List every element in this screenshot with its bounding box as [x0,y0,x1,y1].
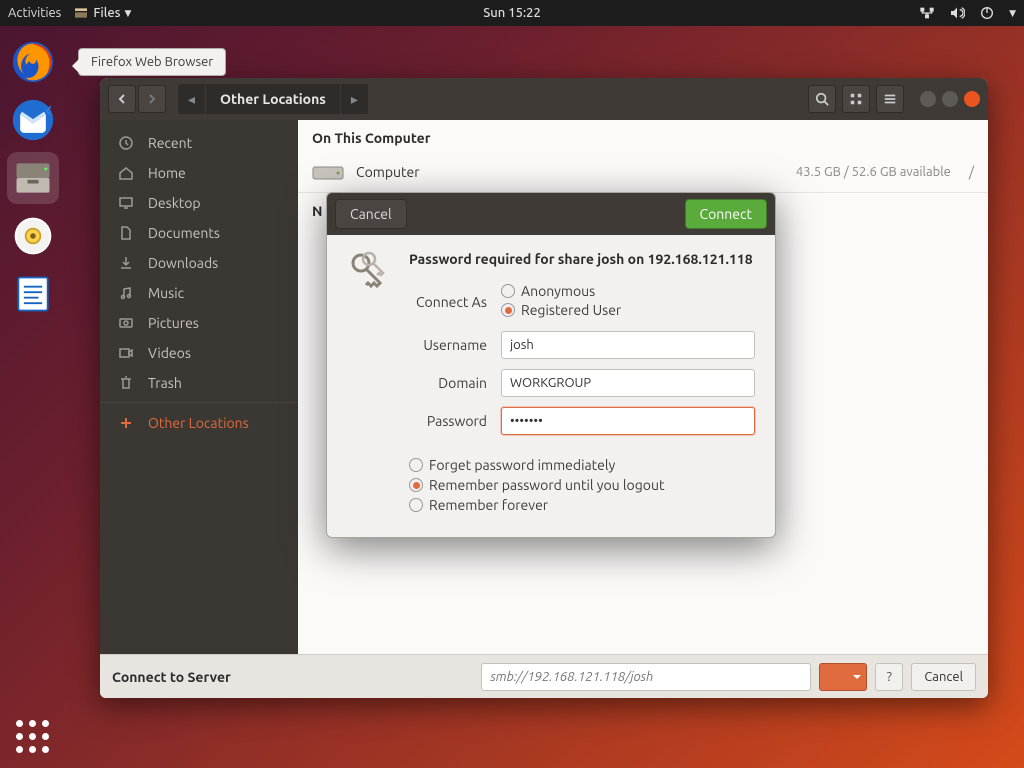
sidebar-label: Desktop [148,195,201,211]
radio-label: Remember forever [429,497,548,513]
dock-writer[interactable] [7,268,59,320]
sidebar-trash[interactable]: Trash [100,368,298,398]
path-current[interactable]: Other Locations [206,84,341,114]
radio-label: Remember password until you logout [429,477,664,493]
server-cancel-button[interactable]: Cancel [911,663,976,691]
username-label: Username [409,337,501,353]
sidebar-pictures[interactable]: Pictures [100,308,298,338]
drive-mount: / [969,164,974,180]
dialog-cancel-button[interactable]: Cancel [335,199,407,229]
dialog-title: Password required for share josh on 192.… [409,251,755,267]
dock-tooltip: Firefox Web Browser [78,48,226,76]
clock[interactable]: Sun 15:22 [483,6,541,20]
sidebar-label: Trash [148,375,182,391]
top-panel: Activities Files ▼ Sun 15:22 ▼ [0,0,1024,26]
password-input[interactable] [501,407,755,435]
server-address-input[interactable] [481,663,811,691]
connect-label: Connect to Server [112,669,231,685]
path-next[interactable]: ▸ [341,84,369,114]
radio-label: Forget password immediately [429,457,615,473]
radio-label: Registered User [521,302,621,318]
network-icon [919,5,935,21]
radio-anonymous[interactable]: Anonymous [501,283,755,299]
sidebar-label: Music [148,285,184,301]
forward-button[interactable] [138,85,166,113]
auth-dialog: Cancel Connect Password required for sha… [326,192,776,538]
dock-files[interactable] [7,152,59,204]
sidebar-label: Home [148,165,186,181]
dialog-header[interactable]: Cancel Connect [327,193,775,235]
window-close[interactable] [964,91,980,107]
chevron-down-icon: ▼ [1009,8,1016,19]
radio-remember-forever[interactable]: Remember forever [409,497,755,513]
drive-info: 43.5 GB / 52.6 GB available [796,165,951,179]
show-applications[interactable] [16,720,50,754]
dock-rhythmbox[interactable] [7,210,59,262]
radio-remember-until-logout[interactable]: Remember password until you logout [409,477,755,493]
sidebar-desktop[interactable]: Desktop [100,188,298,218]
path-prev[interactable]: ◂ [178,84,206,114]
server-history-dropdown[interactable] [819,663,867,691]
sidebar-label: Videos [148,345,191,361]
window-minimize[interactable] [920,91,936,107]
sidebar-label: Other Locations [148,415,249,431]
domain-input[interactable] [501,369,755,397]
server-help-button[interactable]: ? [875,663,903,691]
volume-icon [949,5,965,21]
sidebar-recent[interactable]: Recent [100,128,298,158]
app-menu-label: Files [93,6,120,20]
drive-row-computer[interactable]: Computer 43.5 GB / 52.6 GB available / [298,152,988,193]
connect-to-server-bar: Connect to Server ? Cancel [100,654,988,698]
sidebar-other-locations[interactable]: Other Locations [100,402,298,438]
status-area[interactable]: ▼ [919,5,1016,21]
domain-label: Domain [409,375,501,391]
sidebar-label: Documents [148,225,220,241]
connect-as-label: Connect As [409,294,501,310]
app-menu[interactable]: Files ▼ [73,5,131,21]
hamburger-menu[interactable] [876,85,904,113]
files-sidebar: Recent Home Desktop Documents Downloads … [100,120,298,654]
section-on-this-computer: On This Computer [298,120,988,152]
sidebar-music[interactable]: Music [100,278,298,308]
search-button[interactable] [808,85,836,113]
back-button[interactable] [108,85,136,113]
chevron-down-icon: ▼ [125,8,132,19]
sidebar-documents[interactable]: Documents [100,218,298,248]
power-icon [979,5,995,21]
window-maximize[interactable] [942,91,958,107]
radio-registered-user[interactable]: Registered User [501,302,755,318]
files-titlebar[interactable]: ◂ Other Locations ▸ [100,78,988,120]
sidebar-home[interactable]: Home [100,158,298,188]
radio-label: Anonymous [521,283,595,299]
sidebar-videos[interactable]: Videos [100,338,298,368]
sidebar-label: Downloads [148,255,218,271]
keys-icon [347,251,393,517]
dock-firefox[interactable] [7,36,59,88]
harddisk-icon [312,160,344,184]
sidebar-label: Pictures [148,315,199,331]
sidebar-label: Recent [148,135,192,151]
activities-button[interactable]: Activities [8,6,61,20]
radio-forget-immediately[interactable]: Forget password immediately [409,457,755,473]
path-bar[interactable]: ◂ Other Locations ▸ [178,84,369,114]
password-label: Password [409,413,501,429]
username-input[interactable] [501,331,755,359]
sidebar-downloads[interactable]: Downloads [100,248,298,278]
dock-thunderbird[interactable] [7,94,59,146]
drive-name: Computer [356,164,796,180]
dialog-connect-button[interactable]: Connect [685,199,768,229]
dock [0,26,66,768]
view-toggle[interactable] [842,85,870,113]
